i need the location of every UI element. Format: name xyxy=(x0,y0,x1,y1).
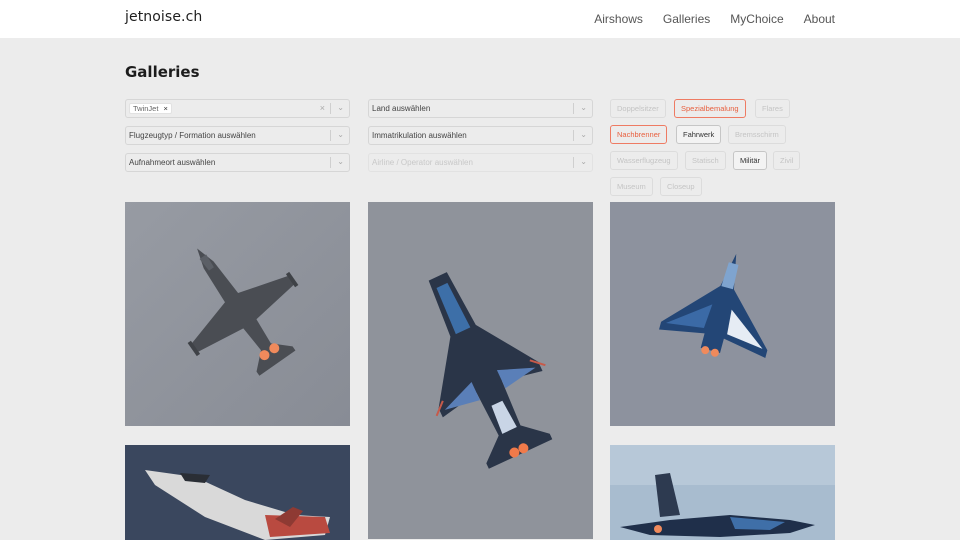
nav-airshows[interactable]: Airshows xyxy=(594,12,643,26)
top-navigation-bar: jetnoise.ch Airshows Galleries MyChoice … xyxy=(0,0,960,38)
location-select[interactable]: Aufnahmeort auswählen ⌄ xyxy=(125,153,350,172)
aircraft-select[interactable]: TwinJet × × ⌄ xyxy=(125,99,350,118)
tag-spezialbemalung[interactable]: Spezialbemalung xyxy=(674,99,746,118)
chip-label: TwinJet xyxy=(133,104,159,113)
fighter-jet-image xyxy=(368,202,593,539)
airline-placeholder: Airline / Operator auswählen xyxy=(372,158,473,167)
gallery-photo-3[interactable] xyxy=(610,202,835,426)
type-placeholder: Flugzeugtyp / Formation auswählen xyxy=(129,131,256,140)
tag-museum[interactable]: Museum xyxy=(610,177,653,196)
select-separator xyxy=(573,103,574,114)
chevron-down-icon[interactable]: ⌄ xyxy=(337,157,344,166)
tag-zivil[interactable]: Zivil xyxy=(773,151,801,170)
gallery-photo-2[interactable] xyxy=(368,202,593,539)
clear-icon[interactable]: × xyxy=(320,103,325,113)
select-separator xyxy=(330,103,331,114)
type-formation-select[interactable]: Flugzeugtyp / Formation auswählen ⌄ xyxy=(125,126,350,145)
country-select[interactable]: Land auswählen ⌄ xyxy=(368,99,593,118)
fighter-jet-image xyxy=(125,202,350,426)
location-placeholder: Aufnahmeort auswählen xyxy=(129,158,216,167)
tag-wasserflugzeug[interactable]: Wasserflugzeug xyxy=(610,151,678,170)
gallery-photo-1[interactable] xyxy=(125,202,350,426)
tag-doppelsitzer[interactable]: Doppelsitzer xyxy=(610,99,666,118)
country-placeholder: Land auswählen xyxy=(372,104,431,113)
tag-statisch[interactable]: Statisch xyxy=(685,151,726,170)
nav-about[interactable]: About xyxy=(804,12,835,26)
selected-aircraft-chip: TwinJet × xyxy=(129,103,172,114)
chevron-down-icon[interactable]: ⌄ xyxy=(580,130,587,139)
select-separator xyxy=(573,157,574,168)
chevron-down-icon[interactable]: ⌄ xyxy=(337,130,344,139)
airline-select: Airline / Operator auswählen ⌄ xyxy=(368,153,593,172)
fighter-jet-image xyxy=(610,202,835,426)
nav-galleries[interactable]: Galleries xyxy=(663,12,710,26)
gallery-photo-5[interactable] xyxy=(610,445,835,540)
chevron-down-icon[interactable]: ⌄ xyxy=(337,103,344,112)
main-nav: Airshows Galleries MyChoice About xyxy=(594,12,835,26)
fighter-jet-image xyxy=(610,445,835,540)
page-title: Galleries xyxy=(125,63,200,81)
chevron-down-icon[interactable]: ⌄ xyxy=(580,103,587,112)
tag-flares[interactable]: Flares xyxy=(755,99,790,118)
chevron-down-icon: ⌄ xyxy=(580,157,587,166)
tag-closeup[interactable]: Closeup xyxy=(660,177,702,196)
chip-remove-icon[interactable]: × xyxy=(163,104,167,113)
tag-bremsschirm[interactable]: Bremsschirm xyxy=(728,125,786,144)
registration-select[interactable]: Immatrikulation auswählen ⌄ xyxy=(368,126,593,145)
nav-mychoice[interactable]: MyChoice xyxy=(730,12,783,26)
fighter-jet-image xyxy=(125,445,350,540)
select-separator xyxy=(330,157,331,168)
tag-fahrwerk[interactable]: Fahrwerk xyxy=(676,125,722,144)
registration-placeholder: Immatrikulation auswählen xyxy=(372,131,467,140)
select-separator xyxy=(330,130,331,141)
tag-nachbrenner[interactable]: Nachbrenner xyxy=(610,125,668,144)
select-separator xyxy=(573,130,574,141)
tag-militaer[interactable]: Militär xyxy=(733,151,767,170)
site-logo[interactable]: jetnoise.ch xyxy=(125,9,202,25)
gallery-photo-4[interactable] xyxy=(125,445,350,540)
